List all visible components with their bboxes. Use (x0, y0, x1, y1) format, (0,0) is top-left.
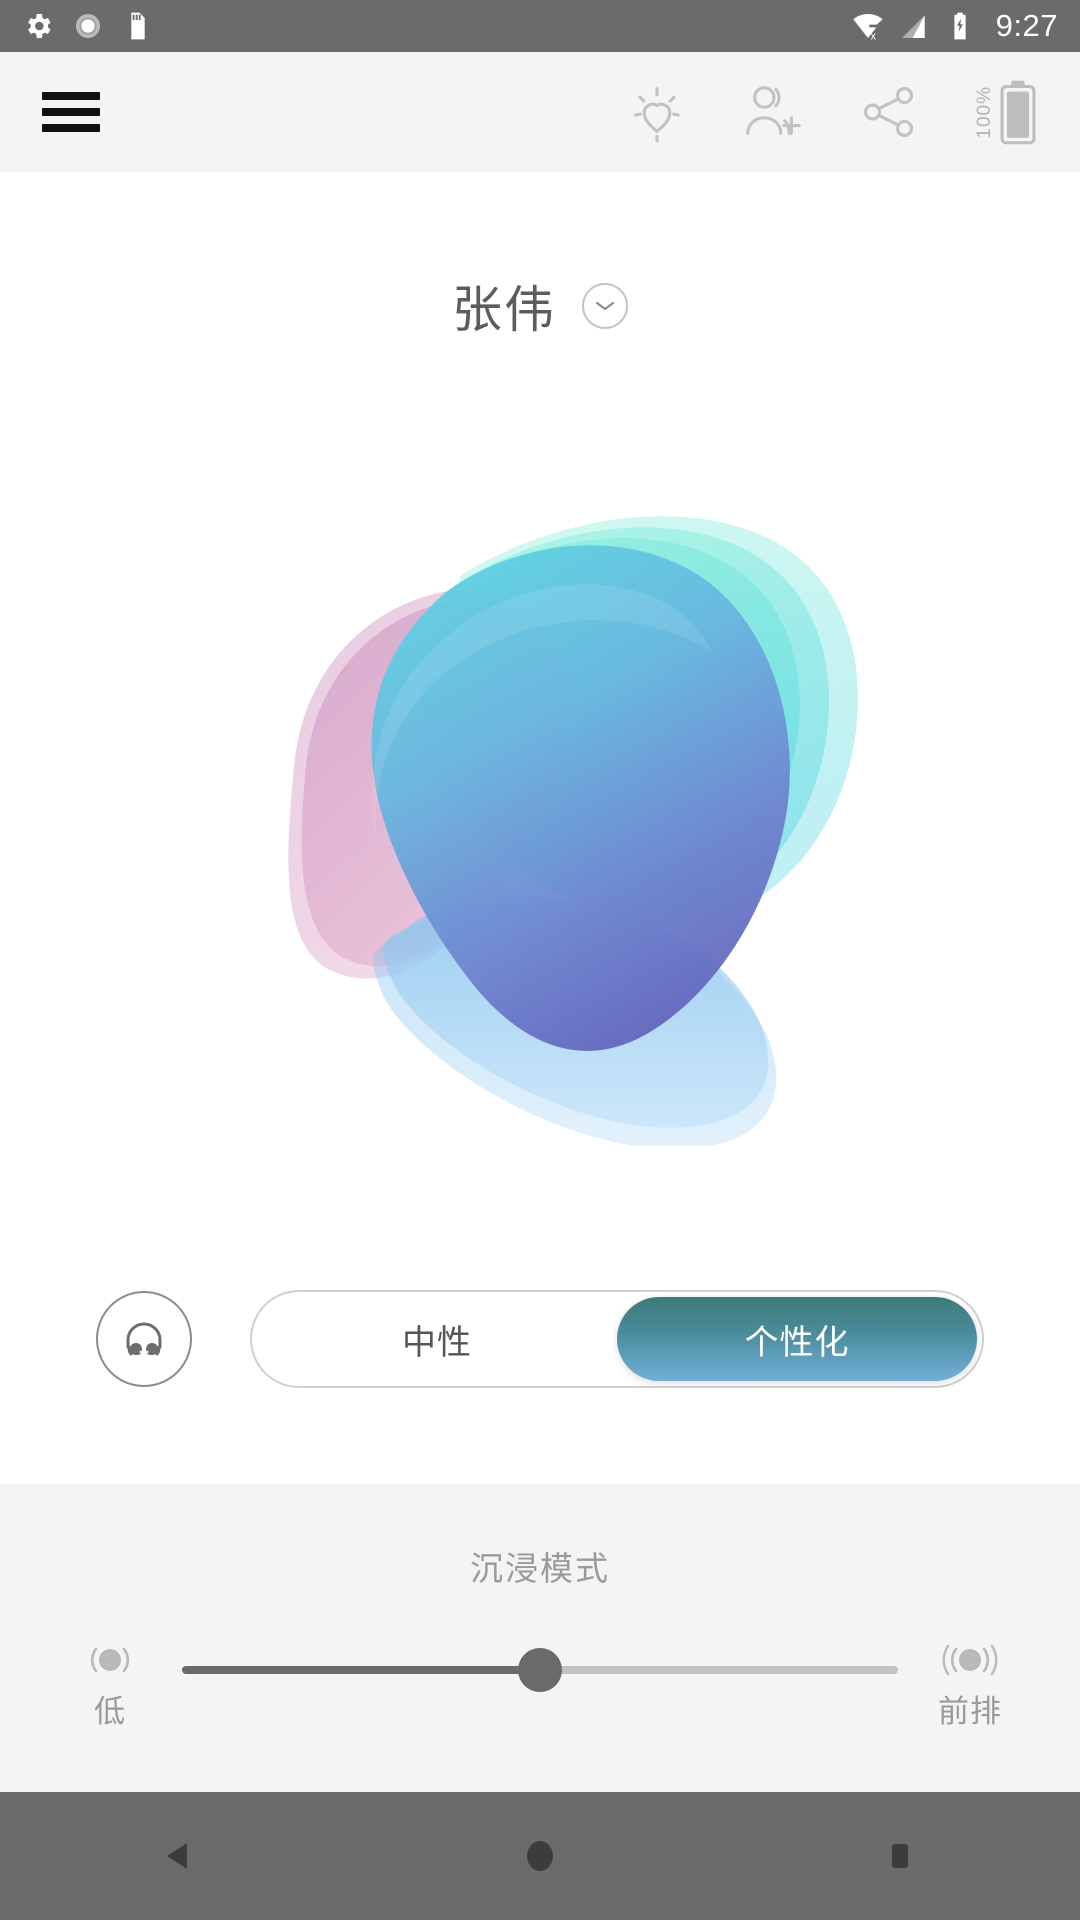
status-bar-clock: 9:27 (995, 8, 1058, 43)
battery-full-icon (1000, 80, 1035, 145)
sound-low-icon (91, 1647, 129, 1673)
square-recents-icon (892, 1844, 908, 1868)
immersive-mode-panel: 沉浸模式 低 前排 (0, 1484, 1080, 1792)
status-bar-left-icons (22, 10, 154, 42)
hamburger-menu-icon[interactable] (42, 92, 100, 132)
sd-card-icon (131, 12, 145, 40)
settings-gear-icon (28, 14, 51, 38)
sound-front-row-icon (942, 1644, 998, 1676)
sync-spinner-icon (76, 14, 100, 38)
battery-status-indicator[interactable]: 100% (972, 79, 1038, 145)
hamburger-bar (42, 108, 100, 116)
cellular-signal-icon (901, 15, 925, 38)
mode-option-neutral[interactable]: 中性 (257, 1297, 617, 1381)
wifi-off-icon: x (852, 14, 883, 42)
app-screen: x 9:27 100% 张伟 中性 个性化 沉浸模式 低 前排 (0, 0, 1080, 1920)
nav-recents-button[interactable] (820, 1792, 980, 1920)
slider-max-label: 前排 (938, 1694, 1002, 1729)
sound-profile-artwork (0, 322, 1080, 1290)
headphones-icon[interactable] (96, 1291, 192, 1387)
slider-max-label-group: 前排 (916, 1640, 1024, 1731)
android-status-bar: x 9:27 (0, 0, 1080, 52)
immersive-slider[interactable] (182, 1640, 898, 1702)
slider-min-label: 低 (94, 1694, 126, 1729)
app-bar-actions: 100% (624, 79, 1038, 145)
add-person-icon[interactable] (740, 79, 806, 145)
svg-text:x: x (870, 30, 876, 42)
share-icon[interactable] (856, 79, 922, 145)
circle-home-icon (527, 1841, 553, 1871)
battery-charging-icon (954, 12, 966, 40)
immersive-mode-title: 沉浸模式 (470, 1550, 610, 1587)
sound-profile-blob (288, 516, 859, 1146)
immersive-slider-row: 低 前排 (0, 1640, 1080, 1731)
mode-segmented-control: 中性 个性化 (250, 1290, 984, 1388)
status-bar-right-icons: x 9:27 (852, 8, 1058, 44)
battery-percent-label: 100% (973, 85, 995, 139)
mode-selector-row: 中性 个性化 (0, 1290, 1080, 1388)
nav-home-button[interactable] (460, 1792, 620, 1920)
wellbeing-heart-icon[interactable] (624, 79, 690, 145)
main-content: 张伟 中性 个性化 (0, 172, 1080, 1484)
triangle-back-icon (167, 1843, 187, 1869)
android-nav-bar (0, 1792, 1080, 1920)
hamburger-bar (42, 124, 100, 132)
hamburger-bar (42, 92, 100, 100)
slider-track-fill (182, 1666, 540, 1674)
slider-thumb[interactable] (518, 1648, 562, 1692)
slider-min-label-group: 低 (56, 1640, 164, 1731)
mode-option-personalized[interactable]: 个性化 (617, 1297, 977, 1381)
nav-back-button[interactable] (100, 1792, 260, 1920)
app-bar: 100% (0, 52, 1080, 172)
